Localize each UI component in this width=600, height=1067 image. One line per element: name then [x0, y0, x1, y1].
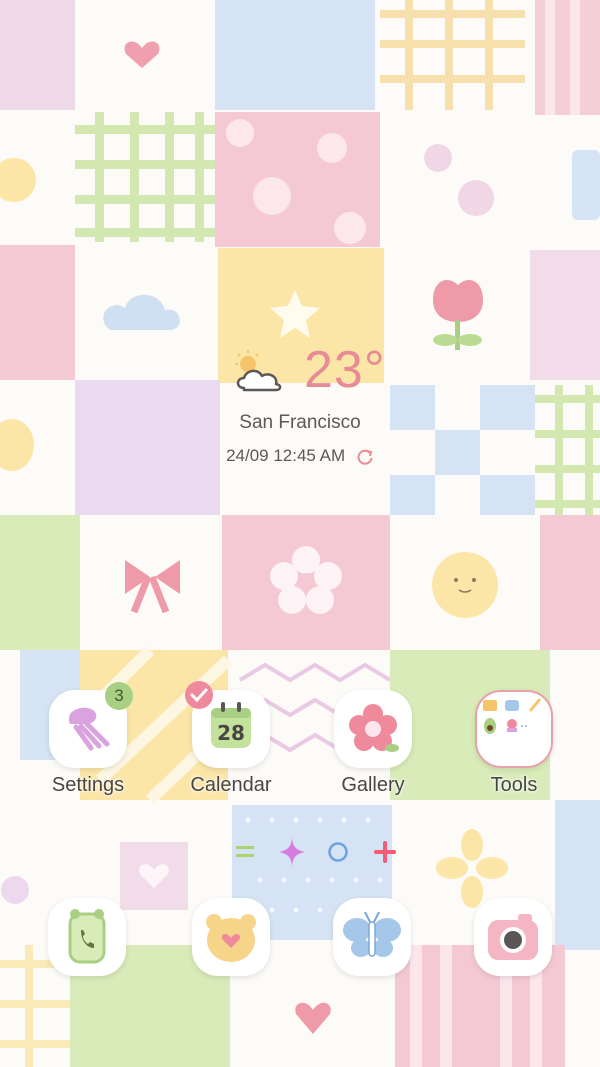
camera-icon [488, 914, 538, 960]
browser-app-icon[interactable] [333, 898, 411, 976]
weather-widget[interactable]: 23° San Francisco 24/09 12:45 AM [200, 340, 400, 465]
datetime-text: 24/09 12:45 AM [226, 446, 346, 465]
flower-icon [349, 704, 399, 752]
city-name: San Francisco [239, 412, 361, 433]
butterfly-icon [343, 911, 401, 957]
app-calendar[interactable]: 28 Calendar [166, 681, 296, 797]
calendar-date: 28 [217, 721, 245, 745]
check-badge-icon [185, 681, 213, 709]
phone-app-icon[interactable] [48, 898, 126, 976]
temperature: 23° [304, 341, 386, 399]
settings-app-icon[interactable]: 3 [49, 682, 133, 768]
menu-icon[interactable] [230, 837, 260, 867]
bear-icon [206, 914, 256, 962]
app-label: Calendar [190, 774, 272, 796]
circle-icon[interactable] [323, 837, 353, 867]
app-gallery[interactable]: Gallery [308, 690, 438, 797]
notification-badge: 3 [105, 682, 133, 710]
home-screen: 23° San Francisco 24/09 12:45 AM 3 Setti… [0, 0, 600, 1067]
refresh-icon[interactable] [356, 448, 374, 466]
partly-cloudy-icon [235, 350, 282, 392]
messages-app-icon[interactable] [192, 898, 270, 976]
calendar-app-icon[interactable]: 28 [185, 681, 270, 768]
folder-preview-icons [483, 698, 541, 734]
camera-app-icon[interactable] [474, 898, 552, 976]
app-label: Gallery [341, 774, 405, 796]
page-indicator[interactable] [230, 836, 400, 868]
app-label: Settings [51, 774, 125, 796]
app-tools-folder[interactable]: Tools [449, 690, 579, 797]
tools-folder-icon[interactable] [475, 690, 553, 768]
phone-icon [68, 909, 106, 964]
plus-icon[interactable] [370, 837, 400, 867]
weather-update-time: 24/09 12:45 AM [200, 446, 400, 466]
app-settings[interactable]: 3 Settings [23, 682, 153, 797]
gallery-app-icon[interactable] [334, 690, 412, 768]
sparkle-icon[interactable] [277, 837, 307, 867]
app-label: Tools [490, 774, 538, 796]
